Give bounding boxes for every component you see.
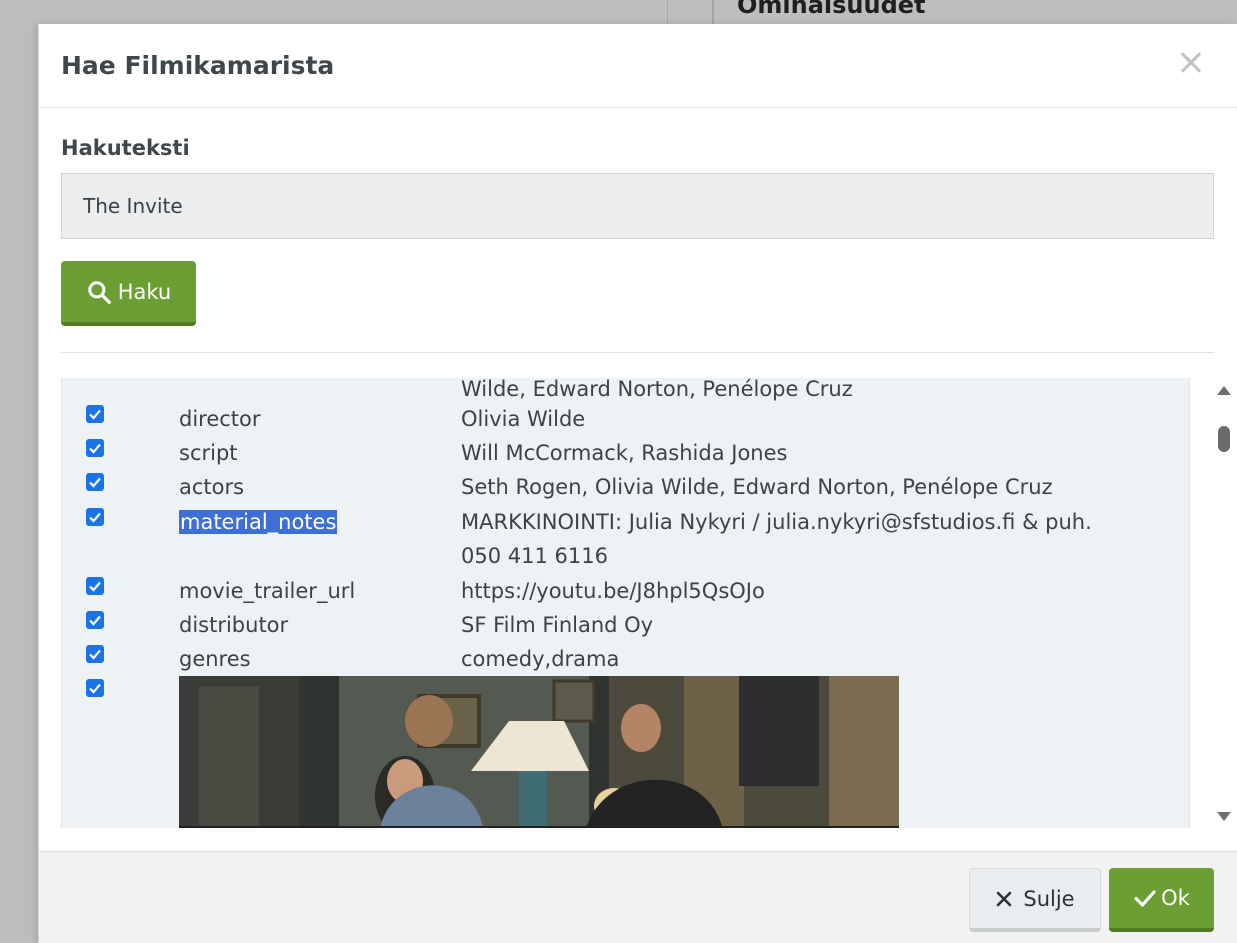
row-key: material_notes [179, 505, 338, 539]
close-button[interactable]: Sulje [969, 868, 1101, 932]
selected-text: material_notes [179, 510, 338, 534]
search-icon [88, 280, 111, 304]
search-input[interactable] [61, 173, 1214, 239]
check-icon [1134, 890, 1156, 907]
modal-footer: Sulje Ok [39, 851, 1237, 943]
results-list: Wilde, Edward Norton, Penélope Cruz dire… [61, 378, 1190, 828]
row-value: MARKKINOINTI: Julia Nykyri / julia.nykyr… [461, 510, 1092, 534]
row-value-line2: 050 411 6116 [461, 544, 608, 568]
background-heading: Ominaisuudet [737, 0, 926, 19]
modal-title: Hae Filmikamarista [61, 51, 335, 80]
background-divider [712, 0, 714, 24]
scroll-up-arrow-icon[interactable] [1217, 386, 1231, 395]
film-still-image [179, 676, 899, 828]
background-divider [667, 0, 668, 24]
ok-button[interactable]: Ok [1109, 868, 1214, 932]
results-scrollbar[interactable] [1215, 378, 1235, 828]
row-key: movie_trailer_url [179, 579, 356, 603]
row-checkbox[interactable] [86, 611, 104, 629]
row-checkbox[interactable] [86, 679, 104, 697]
close-button-label: Sulje [1023, 886, 1075, 911]
divider [61, 352, 1214, 353]
row-value: Seth Rogen, Olivia Wilde, Edward Norton,… [461, 475, 1053, 499]
row-value: https://youtu.be/J8hpl5QsOJo [461, 579, 765, 603]
search-modal: Hae Filmikamarista Hakuteksti Haku Wilde… [38, 24, 1237, 943]
row-value: Olivia Wilde [461, 407, 586, 431]
film-still-illustration [179, 676, 899, 828]
list-item: actors Seth Rogen, Olivia Wilde, Edward … [62, 470, 1189, 504]
search-button-label: Haku [117, 279, 172, 304]
row-key: director [179, 407, 261, 431]
scroll-down-arrow-icon[interactable] [1217, 812, 1231, 821]
row-checkbox[interactable] [86, 473, 104, 491]
row-checkbox[interactable] [86, 645, 104, 663]
row-key: genres [179, 647, 251, 671]
ok-button-label: Ok [1161, 886, 1190, 910]
modal-header: Hae Filmikamarista [39, 24, 1237, 108]
row-checkbox[interactable] [86, 405, 104, 423]
list-item: genres comedy,drama [62, 642, 1189, 676]
list-item: movie_trailer_url https://youtu.be/J8hpl… [62, 574, 1189, 608]
x-icon [997, 891, 1012, 906]
row-checkbox[interactable] [86, 508, 104, 526]
search-button[interactable]: Haku [61, 261, 196, 326]
list-item: script Will McCormack, Rashida Jones [62, 436, 1189, 470]
row-checkbox[interactable] [86, 439, 104, 457]
list-item: director Olivia Wilde [62, 402, 1189, 436]
row-value: comedy,drama [461, 647, 620, 671]
search-label: Hakuteksti [61, 136, 190, 160]
close-icon[interactable] [1175, 42, 1207, 82]
row-key: script [179, 441, 238, 465]
list-item: distributor SF Film Finland Oy [62, 608, 1189, 642]
list-item: material_notes MARKKINOINTI: Julia Nykyr… [62, 505, 1189, 573]
scrollbar-thumb[interactable] [1218, 426, 1230, 452]
row-checkbox[interactable] [86, 577, 104, 595]
row-value: SF Film Finland Oy [461, 613, 654, 637]
row-key: actors [179, 475, 245, 499]
row-value: Will McCormack, Rashida Jones [461, 441, 788, 465]
row-key: distributor [179, 613, 289, 637]
